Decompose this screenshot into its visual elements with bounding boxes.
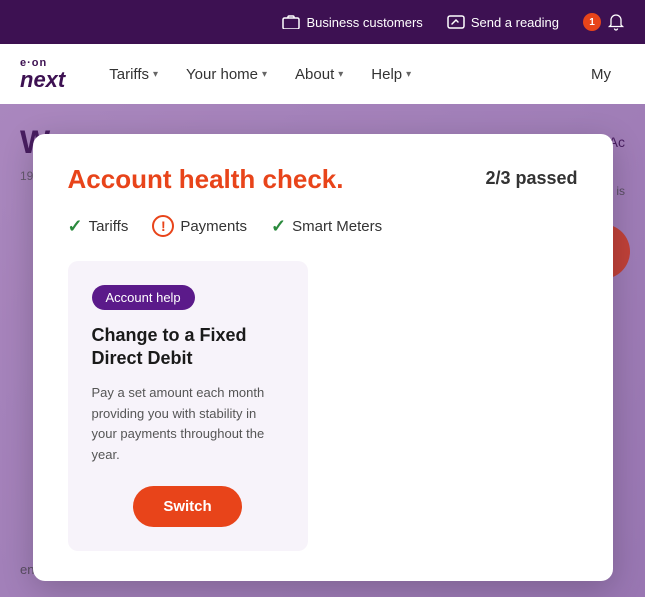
briefcase-icon	[282, 13, 300, 31]
my-label: My	[591, 66, 611, 83]
top-bar: Business customers Send a reading 1	[0, 0, 645, 44]
modal-header: Account health check. 2/3 passed	[68, 164, 578, 195]
your-home-nav[interactable]: Your home ▾	[172, 44, 281, 104]
modal-overlay: Account health check. 2/3 passed ✓ Tarif…	[0, 104, 645, 597]
business-customers-label: Business customers	[306, 15, 422, 30]
send-reading-link[interactable]: Send a reading	[447, 13, 559, 31]
smart-meters-check: ✓ Smart Meters	[271, 216, 382, 237]
tariffs-check-pass-icon: ✓	[68, 216, 83, 237]
your-home-chevron-icon: ▾	[262, 69, 267, 80]
tariffs-check: ✓ Tariffs	[68, 216, 129, 237]
health-checks-row: ✓ Tariffs ! Payments ✓ Smart Meters	[68, 215, 578, 237]
eon-next-logo[interactable]: e·on next	[20, 58, 65, 91]
your-home-label: Your home	[186, 66, 258, 83]
notification-count: 1	[583, 13, 601, 31]
tariffs-nav[interactable]: Tariffs ▾	[95, 44, 172, 104]
account-help-card: Account help Change to a Fixed Direct De…	[68, 261, 308, 551]
modal-title: Account health check.	[68, 164, 344, 195]
help-nav[interactable]: Help ▾	[357, 44, 425, 104]
modal-passed: 2/3 passed	[485, 168, 577, 189]
smart-meters-check-pass-icon: ✓	[271, 216, 286, 237]
my-account-nav[interactable]: My	[577, 44, 625, 104]
meter-icon	[447, 13, 465, 31]
business-customers-link[interactable]: Business customers	[282, 13, 422, 31]
card-body: Pay a set amount each month providing yo…	[92, 383, 284, 466]
tariffs-check-label: Tariffs	[89, 218, 129, 235]
payments-check: ! Payments	[152, 215, 247, 237]
logo-next-text: next	[20, 69, 65, 91]
payments-check-label: Payments	[180, 218, 247, 235]
tariffs-label: Tariffs	[109, 66, 149, 83]
about-label: About	[295, 66, 334, 83]
help-label: Help	[371, 66, 402, 83]
send-reading-label: Send a reading	[471, 15, 559, 30]
health-check-modal: Account health check. 2/3 passed ✓ Tarif…	[33, 134, 613, 581]
switch-button[interactable]: Switch	[133, 486, 241, 527]
smart-meters-check-label: Smart Meters	[292, 218, 382, 235]
card-title: Change to a Fixed Direct Debit	[92, 324, 284, 371]
bell-icon	[607, 13, 625, 31]
account-help-badge: Account help	[92, 285, 195, 310]
about-chevron-icon: ▾	[338, 69, 343, 80]
help-chevron-icon: ▾	[406, 69, 411, 80]
payments-warn-icon: !	[152, 215, 174, 237]
about-nav[interactable]: About ▾	[281, 44, 357, 104]
main-nav: e·on next Tariffs ▾ Your home ▾ About ▾ …	[0, 44, 645, 104]
notifications-link[interactable]: 1	[583, 13, 625, 31]
tariffs-chevron-icon: ▾	[153, 69, 158, 80]
